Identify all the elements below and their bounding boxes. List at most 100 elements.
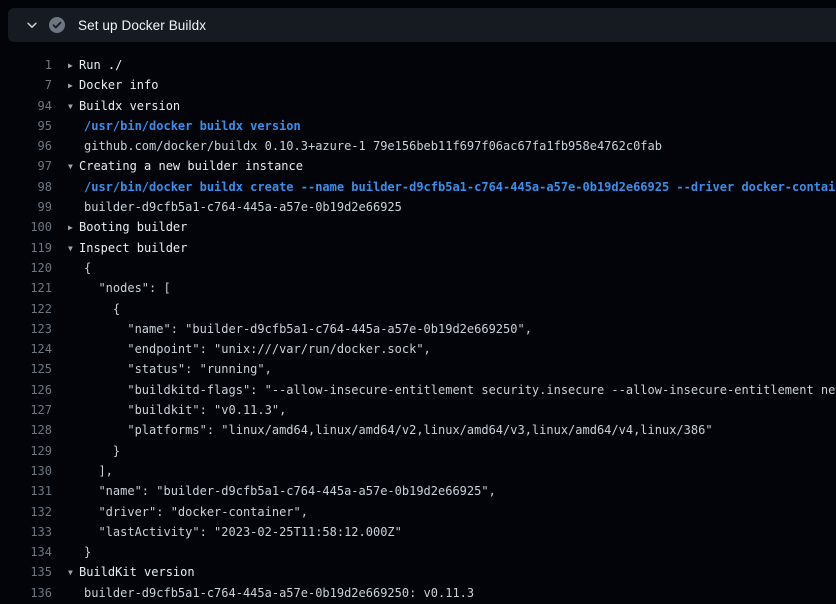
group-title: Docker info (79, 78, 158, 92)
line-number[interactable]: 134 (0, 542, 52, 562)
log-row: 125 "status": "running", (0, 359, 836, 379)
log-text: "buildkitd-flags": "--allow-insecure-ent… (52, 380, 836, 400)
line-number[interactable]: 119 (0, 238, 52, 258)
line-number[interactable]: 7 (0, 75, 52, 95)
log-text: "driver": "docker-container", (52, 502, 308, 522)
group-content[interactable]: ▶Docker info (52, 75, 158, 95)
log-lines: 1▶Run ./7▶Docker info94▼Buildx version95… (0, 42, 836, 604)
group-content[interactable]: ▼Buildx version (52, 96, 180, 116)
log-text: "lastActivity": "2023-02-25T11:58:12.000… (52, 522, 402, 542)
line-number[interactable]: 98 (0, 177, 52, 197)
chevron-down-icon[interactable] (24, 17, 40, 33)
line-number[interactable]: 1 (0, 55, 52, 75)
log-text: "status": "running", (52, 359, 272, 379)
line-number[interactable]: 132 (0, 502, 52, 522)
group-title: Run ./ (79, 58, 122, 72)
actions-log-viewer: Set up Docker Buildx 1▶Run ./7▶Docker in… (0, 0, 836, 604)
triangle-expanded-icon: ▼ (68, 97, 79, 116)
line-number[interactable]: 122 (0, 299, 52, 319)
log-text: { (52, 258, 91, 278)
log-row: 128 "platforms": "linux/amd64,linux/amd6… (0, 420, 836, 440)
log-row: 122 { (0, 299, 836, 319)
triangle-expanded-icon: ▼ (68, 239, 79, 258)
triangle-expanded-icon: ▼ (68, 563, 79, 582)
log-text: { (52, 299, 120, 319)
log-group-row[interactable]: 1▶Run ./ (0, 55, 836, 75)
log-row: 120{ (0, 258, 836, 278)
line-number[interactable]: 125 (0, 359, 52, 379)
line-number[interactable]: 127 (0, 400, 52, 420)
command-text: /usr/bin/docker buildx create --name bui… (52, 177, 836, 197)
log-text: "nodes": [ (52, 278, 171, 298)
group-content[interactable]: ▶Run ./ (52, 55, 122, 75)
group-title: Creating a new builder instance (79, 159, 303, 173)
check-circle-icon (49, 17, 65, 33)
log-row: 96github.com/docker/buildx 0.10.3+azure-… (0, 136, 836, 156)
log-group-row[interactable]: 7▶Docker info (0, 75, 836, 95)
step-title: Set up Docker Buildx (78, 18, 206, 33)
log-text: builder-d9cfb5a1-c764-445a-a57e-0b19d2e6… (52, 197, 402, 217)
log-text: "platforms": "linux/amd64,linux/amd64/v2… (52, 420, 713, 440)
log-text: "buildkit": "v0.11.3", (52, 400, 286, 420)
line-number[interactable]: 131 (0, 481, 52, 501)
triangle-expanded-icon: ▼ (68, 157, 79, 176)
log-row: 131 "name": "builder-d9cfb5a1-c764-445a-… (0, 481, 836, 501)
log-text: } (52, 441, 120, 461)
line-number[interactable]: 136 (0, 583, 52, 603)
line-number[interactable]: 96 (0, 136, 52, 156)
log-text: } (52, 542, 91, 562)
log-row: 124 "endpoint": "unix:///var/run/docker.… (0, 339, 836, 359)
group-title: Booting builder (79, 220, 187, 234)
log-group-row[interactable]: 100▶Booting builder (0, 217, 836, 237)
line-number[interactable]: 124 (0, 339, 52, 359)
line-number[interactable]: 133 (0, 522, 52, 542)
group-content[interactable]: ▼Inspect builder (52, 238, 187, 258)
log-row: 129 } (0, 441, 836, 461)
log-row: 136builder-d9cfb5a1-c764-445a-a57e-0b19d… (0, 583, 836, 603)
log-row: 123 "name": "builder-d9cfb5a1-c764-445a-… (0, 319, 836, 339)
log-text: ], (52, 461, 113, 481)
log-row: 126 "buildkitd-flags": "--allow-insecure… (0, 380, 836, 400)
line-number[interactable]: 95 (0, 116, 52, 136)
log-text: github.com/docker/buildx 0.10.3+azure-1 … (52, 136, 662, 156)
line-number[interactable]: 128 (0, 420, 52, 440)
log-row: 99builder-d9cfb5a1-c764-445a-a57e-0b19d2… (0, 197, 836, 217)
log-row: 132 "driver": "docker-container", (0, 502, 836, 522)
group-title: BuildKit version (79, 565, 195, 579)
log-row: 134} (0, 542, 836, 562)
group-content[interactable]: ▼Creating a new builder instance (52, 156, 303, 176)
log-row: 95/usr/bin/docker buildx version (0, 116, 836, 136)
log-group-row[interactable]: 97▼Creating a new builder instance (0, 156, 836, 176)
line-number[interactable]: 135 (0, 562, 52, 582)
triangle-collapsed-icon: ▶ (68, 56, 79, 75)
group-content[interactable]: ▼BuildKit version (52, 562, 195, 582)
log-text: "endpoint": "unix:///var/run/docker.sock… (52, 339, 431, 359)
line-number[interactable]: 121 (0, 278, 52, 298)
group-content[interactable]: ▶Booting builder (52, 217, 187, 237)
log-row: 121 "nodes": [ (0, 278, 836, 298)
log-row: 130 ], (0, 461, 836, 481)
triangle-collapsed-icon: ▶ (68, 76, 79, 95)
line-number[interactable]: 126 (0, 380, 52, 400)
line-number[interactable]: 120 (0, 258, 52, 278)
log-group-row[interactable]: 119▼Inspect builder (0, 238, 836, 258)
group-title: Buildx version (79, 99, 180, 113)
log-group-row[interactable]: 94▼Buildx version (0, 96, 836, 116)
step-header[interactable]: Set up Docker Buildx (8, 8, 836, 42)
line-number[interactable]: 123 (0, 319, 52, 339)
log-text: "name": "builder-d9cfb5a1-c764-445a-a57e… (52, 481, 496, 501)
log-text: builder-d9cfb5a1-c764-445a-a57e-0b19d2e6… (52, 583, 474, 603)
line-number[interactable]: 99 (0, 197, 52, 217)
log-text: "name": "builder-d9cfb5a1-c764-445a-a57e… (52, 319, 532, 339)
triangle-collapsed-icon: ▶ (68, 218, 79, 237)
log-group-row[interactable]: 135▼BuildKit version (0, 562, 836, 582)
line-number[interactable]: 100 (0, 217, 52, 237)
line-number[interactable]: 129 (0, 441, 52, 461)
group-title: Inspect builder (79, 241, 187, 255)
log-row: 127 "buildkit": "v0.11.3", (0, 400, 836, 420)
log-row: 133 "lastActivity": "2023-02-25T11:58:12… (0, 522, 836, 542)
log-row: 98/usr/bin/docker buildx create --name b… (0, 177, 836, 197)
line-number[interactable]: 130 (0, 461, 52, 481)
line-number[interactable]: 97 (0, 156, 52, 176)
line-number[interactable]: 94 (0, 96, 52, 116)
